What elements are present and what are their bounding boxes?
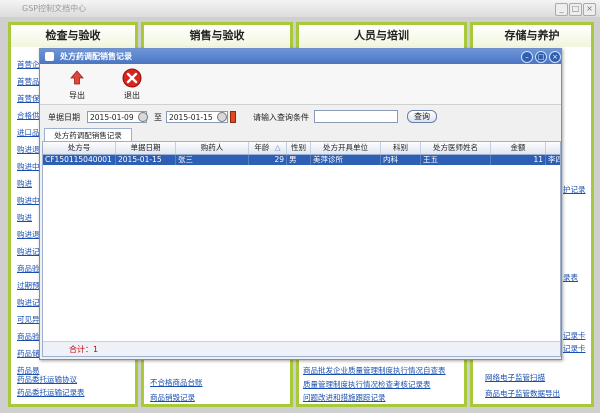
panel-link[interactable]: 购进记 — [17, 297, 40, 308]
cell-dept: 内科 — [381, 155, 421, 165]
app-close-button[interactable]: × — [583, 3, 596, 16]
export-button[interactable]: 导出 — [57, 68, 97, 102]
col-header-dept[interactable]: 科别 — [381, 142, 421, 154]
panel-link[interactable]: 商品批发企业质量管理制度执行情况自查表 — [303, 365, 446, 376]
panel-link[interactable]: 商品电子监管数据导出 — [485, 388, 560, 399]
cell-amount: 11 — [491, 155, 546, 165]
search-button[interactable]: 查询 — [407, 110, 437, 123]
cell-age: 29 — [249, 155, 287, 165]
cell-date: 2015-01-15 — [116, 155, 176, 165]
app-maximize-button[interactable]: □ — [569, 3, 582, 16]
cell-sex: 男 — [287, 155, 311, 165]
panel-link[interactable]: 购进退 — [17, 144, 40, 155]
dialog-title: 处方药调配销售记录 — [60, 52, 132, 61]
panel-link[interactable]: 合格供 — [17, 110, 40, 121]
panel-title: 销售与验收 — [144, 25, 290, 47]
col-header-amount[interactable]: 金额 — [491, 142, 546, 154]
cell-buyer: 张三 — [176, 155, 249, 165]
app-titlebar: GSP控制文档中心 _ □ × — [0, 0, 600, 18]
panel-link[interactable]: 质量管理制度执行情况检查考核记录表 — [303, 379, 431, 390]
cell-doctor: 王五 — [421, 155, 491, 165]
dialog-toolbar: 导出 退出 — [40, 64, 561, 105]
app-title: GSP控制文档中心 — [22, 4, 87, 13]
panel-link[interactable]: 护记录 — [563, 184, 586, 195]
panel-link[interactable]: 药品委托运输记录表 — [17, 387, 85, 398]
cell-rx-no: CF150115040001 — [43, 155, 116, 165]
to-label: 至 — [154, 113, 162, 122]
app-minimize-button[interactable]: _ — [555, 3, 568, 16]
grid-footer: 合计：1 — [43, 341, 560, 356]
table-row[interactable]: CF150115040001 2015-01-15 张三 29 男 美萍诊所 内… — [43, 155, 560, 165]
panel-link[interactable]: 药品储 — [17, 348, 40, 359]
panel-link[interactable]: 进口品 — [17, 127, 40, 138]
total-count: 合计：1 — [69, 345, 99, 354]
panel-title: 检查与验收 — [11, 25, 135, 47]
date-to-spinner-icon[interactable] — [217, 112, 227, 122]
date-dropdown-icon[interactable] — [230, 111, 236, 123]
cell-unit: 美萍诊所 — [311, 155, 381, 165]
panel-link[interactable]: 记录卡 — [563, 343, 586, 354]
grid-header: 处方号 单据日期 购药人 年龄 △ 性别 处方开具单位 科别 处方医师姓名 金额 — [43, 142, 560, 155]
panel-link[interactable]: 可见异 — [17, 314, 40, 325]
panel-link[interactable]: 购进 — [17, 212, 40, 223]
col-header-date[interactable]: 单据日期 — [116, 142, 176, 154]
panel-title: 人员与培训 — [299, 25, 464, 47]
sort-indicator-icon: △ — [274, 143, 281, 152]
panel-link[interactable]: 网络电子监管扫描 — [485, 372, 545, 383]
panel-link[interactable]: 购进中 — [17, 195, 40, 206]
dialog-titlebar: 处方药调配销售记录 – □ × — [40, 49, 561, 64]
col-header-buyer[interactable]: 购药人 — [176, 142, 249, 154]
exit-button[interactable]: 退出 — [112, 68, 152, 102]
panel-link[interactable]: 药品委托运输协议 — [17, 374, 77, 385]
col-header-sex[interactable]: 性别 — [287, 142, 311, 154]
panel-link[interactable]: 问题改进和措施跟踪记录 — [303, 392, 386, 403]
query-label: 请输入查询条件 — [253, 113, 309, 122]
col-header-age-label: 年龄 — [254, 143, 270, 152]
dialog-app-icon — [45, 52, 54, 61]
col-header-doctor[interactable]: 处方医师姓名 — [421, 142, 491, 154]
panel-link[interactable]: 过期预 — [17, 280, 40, 291]
exit-icon — [122, 68, 142, 88]
exit-label: 退出 — [124, 91, 140, 100]
cell-extra: 李四 — [548, 155, 560, 164]
panel-link[interactable]: 首营品 — [17, 76, 40, 87]
prescription-sales-dialog: 处方药调配销售记录 – □ × 导出 退出 单据日期 2015-01-09 至 … — [39, 48, 562, 360]
col-header-unit[interactable]: 处方开具单位 — [311, 142, 381, 154]
panel-link[interactable]: 商品销毁记录 — [150, 392, 195, 403]
panel-link[interactable]: 购进退 — [17, 229, 40, 240]
export-arrow-icon — [70, 70, 84, 85]
panel-link[interactable]: 商品验 — [17, 331, 40, 342]
col-header-age[interactable]: 年龄 △ — [249, 142, 287, 154]
panel-link[interactable]: 记录卡 — [563, 330, 586, 341]
panel-link[interactable]: 首营企 — [17, 59, 40, 70]
panel-links: 首营企 首营品 首营保 合格供 进口品 购进退 购进中 购进 购进中 购进 购进… — [17, 59, 40, 382]
col-header-extra[interactable] — [546, 142, 560, 154]
date-from-spinner-icon[interactable] — [138, 112, 148, 122]
panel-link[interactable]: 购进 — [17, 178, 40, 189]
panel-link[interactable]: 首营保 — [17, 93, 40, 104]
panel-link[interactable]: 商品验 — [17, 263, 40, 274]
col-header-rx-no[interactable]: 处方号 — [43, 142, 116, 154]
dialog-maximize-button[interactable]: □ — [535, 51, 547, 63]
panel-link[interactable]: 购进中 — [17, 161, 40, 172]
query-input[interactable] — [314, 110, 398, 123]
dialog-minimize-button[interactable]: – — [521, 51, 533, 63]
dialog-close-button[interactable]: × — [549, 51, 561, 63]
date-label: 单据日期 — [48, 113, 80, 122]
panel-link[interactable]: 购进记 — [17, 246, 40, 257]
tab-prescription-sales[interactable]: 处方药调配销售记录 — [44, 128, 132, 142]
panel-link[interactable]: 录表 — [563, 272, 578, 283]
panel-title: 存储与养护 — [473, 25, 591, 47]
export-label: 导出 — [69, 91, 85, 100]
records-grid: 处方号 单据日期 购药人 年龄 △ 性别 处方开具单位 科别 处方医师姓名 金额… — [42, 141, 561, 357]
panel-link[interactable]: 不合格商品台账 — [150, 377, 203, 388]
